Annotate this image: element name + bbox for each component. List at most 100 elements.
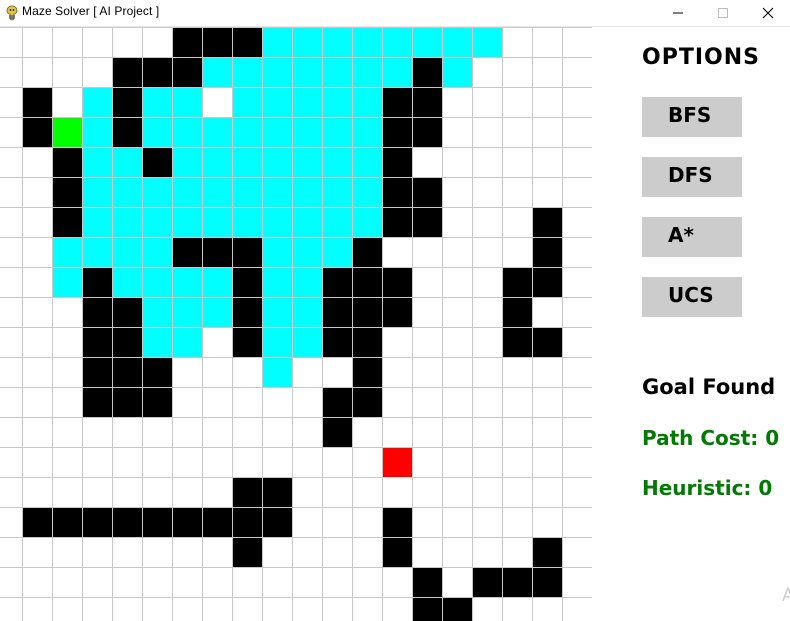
wall-cell[interactable] — [382, 507, 412, 537]
wall-cell[interactable] — [412, 117, 442, 147]
wall-cell[interactable] — [82, 267, 112, 297]
visited-cell[interactable] — [112, 237, 142, 267]
visited-cell[interactable] — [262, 297, 292, 327]
visited-cell[interactable] — [232, 87, 262, 117]
visited-cell[interactable] — [202, 147, 232, 177]
wall-cell[interactable] — [382, 537, 412, 567]
visited-cell[interactable] — [82, 147, 112, 177]
wall-cell[interactable] — [232, 477, 262, 507]
wall-cell[interactable] — [172, 507, 202, 537]
wall-cell[interactable] — [412, 207, 442, 237]
visited-cell[interactable] — [232, 177, 262, 207]
wall-cell[interactable] — [52, 507, 82, 537]
start-cell[interactable] — [52, 117, 82, 147]
wall-cell[interactable] — [142, 387, 172, 417]
wall-cell[interactable] — [262, 477, 292, 507]
wall-cell[interactable] — [322, 267, 352, 297]
wall-cell[interactable] — [352, 267, 382, 297]
wall-cell[interactable] — [352, 237, 382, 267]
visited-cell[interactable] — [292, 87, 322, 117]
visited-cell[interactable] — [412, 27, 442, 57]
bfs-button[interactable]: BFS — [642, 97, 742, 137]
visited-cell[interactable] — [442, 27, 472, 57]
wall-cell[interactable] — [142, 147, 172, 177]
visited-cell[interactable] — [262, 177, 292, 207]
wall-cell[interactable] — [412, 87, 442, 117]
wall-cell[interactable] — [112, 357, 142, 387]
visited-cell[interactable] — [172, 177, 202, 207]
visited-cell[interactable] — [112, 267, 142, 297]
wall-cell[interactable] — [52, 147, 82, 177]
wall-cell[interactable] — [82, 297, 112, 327]
visited-cell[interactable] — [292, 267, 322, 297]
visited-cell[interactable] — [232, 207, 262, 237]
wall-cell[interactable] — [82, 507, 112, 537]
wall-cell[interactable] — [502, 567, 532, 597]
visited-cell[interactable] — [172, 297, 202, 327]
visited-cell[interactable] — [292, 237, 322, 267]
wall-cell[interactable] — [82, 387, 112, 417]
wall-cell[interactable] — [502, 327, 532, 357]
wall-cell[interactable] — [232, 507, 262, 537]
wall-cell[interactable] — [232, 267, 262, 297]
wall-cell[interactable] — [502, 267, 532, 297]
visited-cell[interactable] — [352, 87, 382, 117]
wall-cell[interactable] — [532, 537, 562, 567]
wall-cell[interactable] — [472, 567, 502, 597]
wall-cell[interactable] — [202, 237, 232, 267]
visited-cell[interactable] — [352, 27, 382, 57]
wall-cell[interactable] — [352, 357, 382, 387]
maximize-button[interactable] — [700, 0, 746, 26]
wall-cell[interactable] — [532, 267, 562, 297]
wall-cell[interactable] — [112, 327, 142, 357]
visited-cell[interactable] — [292, 117, 322, 147]
wall-cell[interactable] — [82, 357, 112, 387]
wall-cell[interactable] — [532, 567, 562, 597]
wall-cell[interactable] — [352, 297, 382, 327]
visited-cell[interactable] — [172, 327, 202, 357]
wall-cell[interactable] — [322, 417, 352, 447]
visited-cell[interactable] — [322, 57, 352, 87]
visited-cell[interactable] — [202, 57, 232, 87]
visited-cell[interactable] — [142, 237, 172, 267]
wall-cell[interactable] — [322, 327, 352, 357]
visited-cell[interactable] — [292, 147, 322, 177]
wall-cell[interactable] — [82, 327, 112, 357]
visited-cell[interactable] — [232, 117, 262, 147]
wall-cell[interactable] — [322, 387, 352, 417]
wall-cell[interactable] — [112, 57, 142, 87]
wall-cell[interactable] — [142, 507, 172, 537]
visited-cell[interactable] — [262, 237, 292, 267]
visited-cell[interactable] — [352, 147, 382, 177]
visited-cell[interactable] — [82, 87, 112, 117]
visited-cell[interactable] — [292, 177, 322, 207]
wall-cell[interactable] — [412, 567, 442, 597]
visited-cell[interactable] — [472, 27, 502, 57]
visited-cell[interactable] — [352, 57, 382, 87]
wall-cell[interactable] — [172, 27, 202, 57]
wall-cell[interactable] — [232, 537, 262, 567]
wall-cell[interactable] — [112, 507, 142, 537]
wall-cell[interactable] — [382, 117, 412, 147]
wall-cell[interactable] — [532, 237, 562, 267]
visited-cell[interactable] — [142, 207, 172, 237]
visited-cell[interactable] — [262, 207, 292, 237]
wall-cell[interactable] — [532, 327, 562, 357]
visited-cell[interactable] — [322, 27, 352, 57]
visited-cell[interactable] — [172, 87, 202, 117]
minimize-button[interactable] — [655, 0, 701, 26]
wall-cell[interactable] — [112, 297, 142, 327]
visited-cell[interactable] — [382, 27, 412, 57]
wall-cell[interactable] — [202, 507, 232, 537]
dfs-button[interactable]: DFS — [642, 157, 742, 197]
wall-cell[interactable] — [52, 177, 82, 207]
visited-cell[interactable] — [142, 297, 172, 327]
visited-cell[interactable] — [262, 327, 292, 357]
maze-canvas[interactable] — [0, 27, 592, 621]
astar-button[interactable]: A* — [642, 217, 742, 257]
goal-cell[interactable] — [382, 447, 412, 477]
wall-cell[interactable] — [232, 27, 262, 57]
wall-cell[interactable] — [322, 297, 352, 327]
wall-cell[interactable] — [412, 597, 442, 621]
visited-cell[interactable] — [82, 237, 112, 267]
